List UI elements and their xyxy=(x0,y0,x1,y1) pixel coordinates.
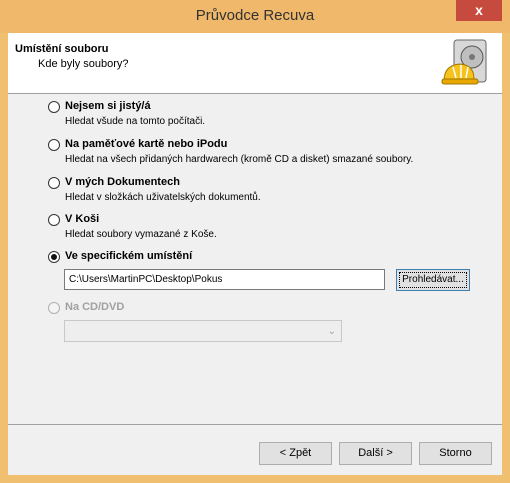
option-label: Nejsem si jistý/á xyxy=(65,100,151,112)
option-label: Na paměťové kartě nebo iPodu xyxy=(65,138,228,150)
close-icon: x xyxy=(475,2,483,18)
radio-specific-location[interactable] xyxy=(48,251,60,263)
recuva-wizard-window: Průvodce Recuva x Umístění souboru Kde b… xyxy=(0,0,510,483)
radio-cd-dvd xyxy=(48,302,60,314)
cd-drive-select: ⌄ xyxy=(64,320,342,342)
close-button[interactable]: x xyxy=(456,0,502,21)
back-button[interactable]: < Zpět xyxy=(259,442,332,465)
option-label: V mých Dokumentech xyxy=(65,176,180,188)
dialog-body: Umístění souboru Kde byly soubory? Nejse… xyxy=(8,33,502,475)
browse-button[interactable]: Prohledávat... xyxy=(396,269,470,291)
chevron-down-icon: ⌄ xyxy=(327,326,336,337)
option-description: Hledat soubory vymazané z Koše. xyxy=(65,229,217,240)
page-subtitle: Kde byly soubory? xyxy=(38,58,129,70)
title-bar[interactable]: Průvodce Recuva x xyxy=(0,0,510,33)
radio-recycle-bin[interactable] xyxy=(48,214,60,226)
cancel-button[interactable]: Storno xyxy=(419,442,492,465)
location-path-input[interactable]: C:\Users\MartinPC\Desktop\Pokus xyxy=(64,269,385,290)
next-button[interactable]: Další > xyxy=(339,442,412,465)
option-label: Ve specifickém umístění xyxy=(65,250,193,262)
radio-my-documents[interactable] xyxy=(48,177,60,189)
option-description: Hledat na všech přidaných hardwarech (kr… xyxy=(65,154,414,165)
footer-divider xyxy=(8,424,502,425)
radio-not-sure[interactable] xyxy=(48,101,60,113)
option-description: Hledat v složkách uživatelských dokument… xyxy=(65,192,261,203)
option-label: V Koši xyxy=(65,213,100,225)
window-title: Průvodce Recuva xyxy=(195,7,315,24)
option-description: Hledat všude na tomto počítači. xyxy=(65,116,206,127)
option-label: Na CD/DVD xyxy=(65,301,125,313)
page-title: Umístění souboru xyxy=(15,43,109,55)
wizard-header: Umístění souboru Kde byly soubory? xyxy=(8,33,502,94)
radio-memory-card[interactable] xyxy=(48,139,60,151)
hard-drive-helmet-icon xyxy=(441,39,487,85)
